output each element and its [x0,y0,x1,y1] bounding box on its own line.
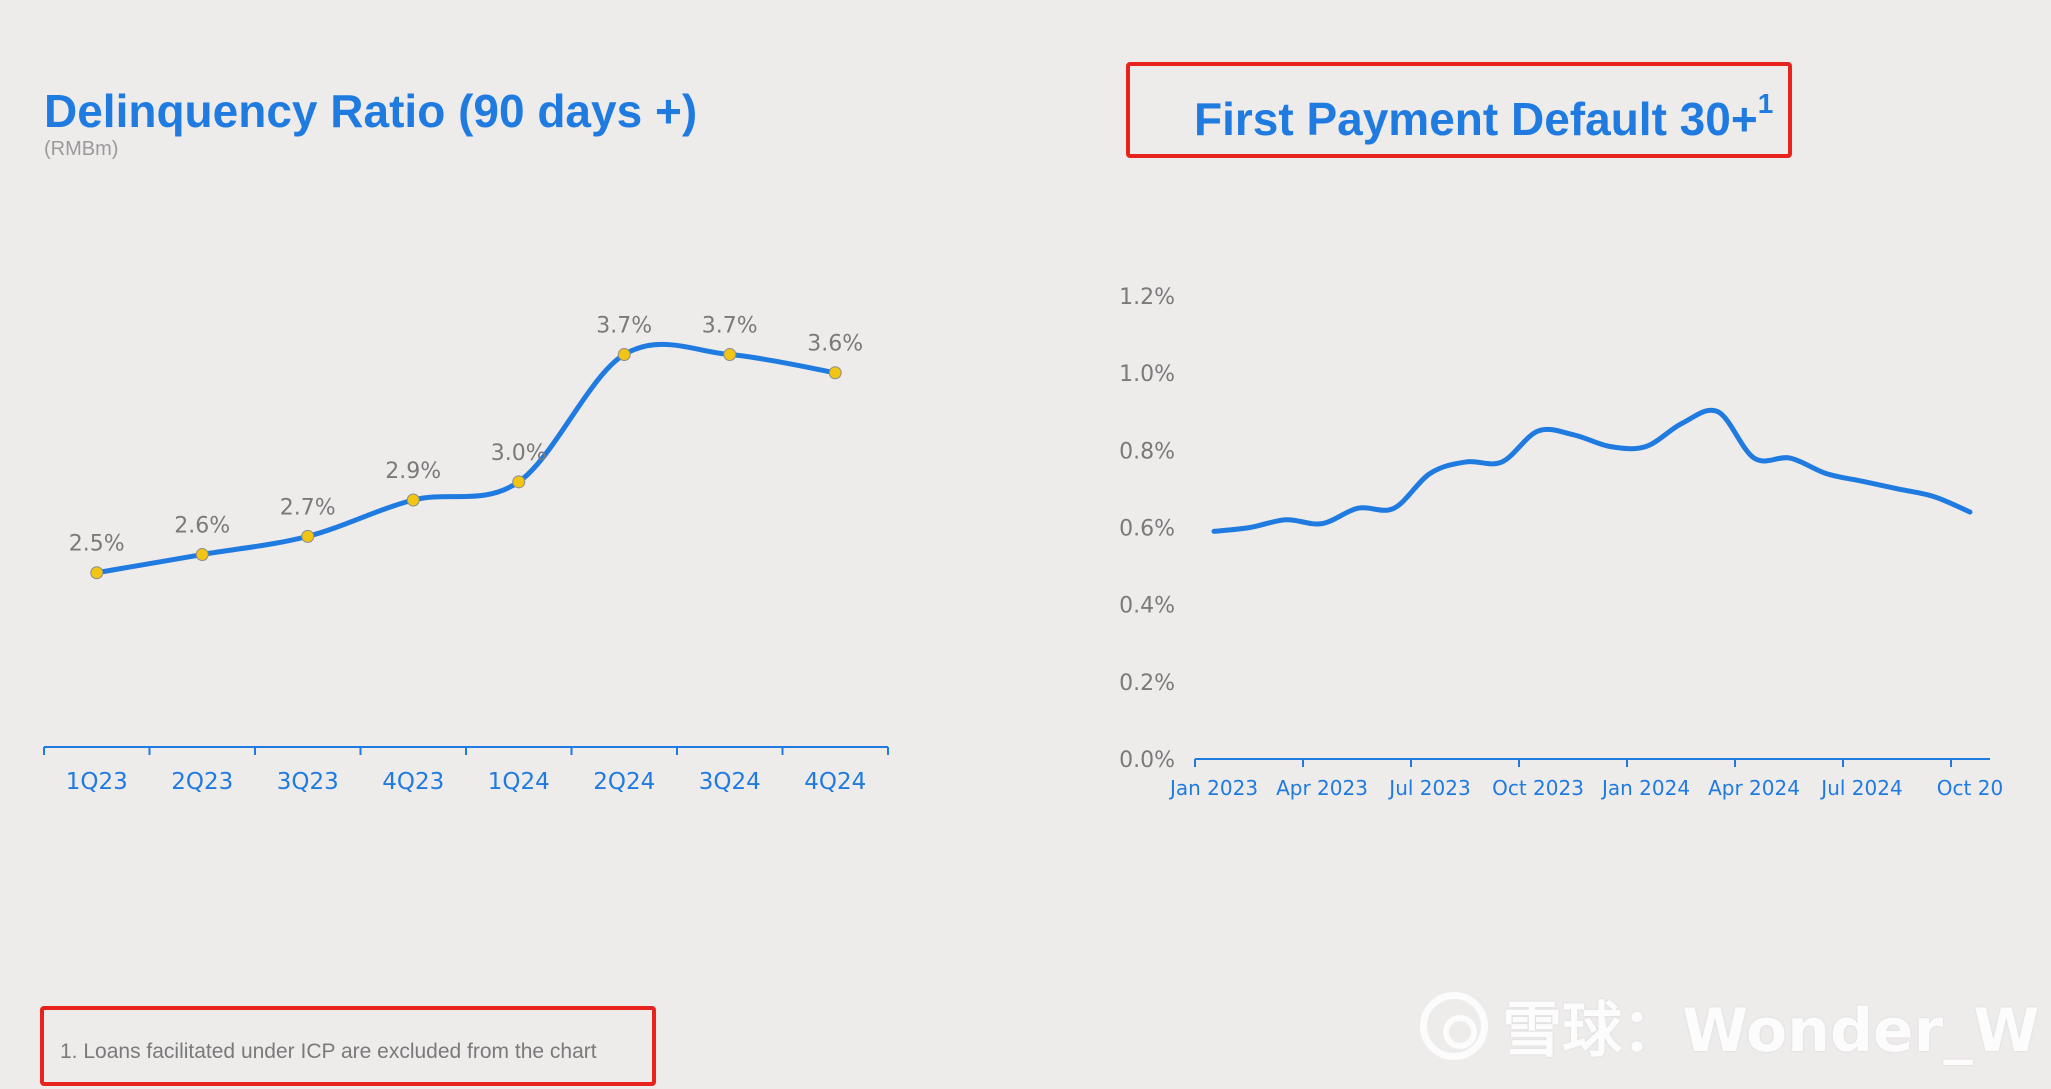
left-data-point [617,348,631,362]
left-x-tick-label: 2Q24 [593,769,655,795]
right-y-tick-label: 0.4% [1119,594,1175,619]
left-data-point [195,548,209,562]
first-payment-default-chart: 0.0% 0.2% 0.4% 0.6% 0.8% 1.0% 1.2% Jan 2023 Apr … [1119,285,2003,800]
left-x-tick-label: 3Q24 [699,769,761,795]
left-data-label: 3.7% [596,314,652,339]
left-x-tick-label: 1Q24 [488,769,550,795]
left-x-tick-label: 3Q23 [277,769,339,795]
left-data-label: 3.0% [491,441,547,466]
left-data-label: 3.6% [807,332,863,357]
left-x-tick-label: 1Q23 [66,769,128,795]
right-y-tick-label: 0.6% [1119,517,1175,542]
right-y-tick-label: 0.2% [1119,671,1175,696]
left-data-point [512,475,526,489]
left-data-label: 3.7% [702,314,758,339]
left-x-tick-label: 4Q24 [804,769,866,795]
left-x-tick-label: 4Q23 [382,769,444,795]
delinquency-ratio-chart: 2.5% 1Q23 2.6% 2Q23 2.7% 3Q23 2.9% 4Q23 3.0% 1Q24… [43,314,889,795]
left-data-label: 2.9% [385,459,441,484]
right-y-tick-label: 1.2% [1119,285,1175,310]
watermark: 雪球：Wonder_W [1420,982,2039,1069]
footnote: 1. Loans facilitated under ICP are exclu… [60,1040,597,1063]
left-data-label: 2.7% [280,495,336,520]
right-x-tick-label: Jul 2024 [1819,776,1902,800]
right-x-tick-label: Oct 2023 [1492,776,1584,800]
left-data-point [406,493,420,507]
charts-canvas: 2.5% 1Q23 2.6% 2Q23 2.7% 3Q23 2.9% 4Q23 3.0% 1Q24… [43,285,2003,800]
right-x-tick-label: Apr 2024 [1708,776,1800,800]
right-y-tick-label: 0.0% [1119,748,1175,773]
left-data-point [90,566,104,580]
left-x-tick-label: 2Q23 [171,769,233,795]
left-data-point [828,366,842,380]
left-data-label: 2.5% [69,532,125,557]
left-data-label: 2.6% [174,514,230,539]
right-x-tick-label: Apr 2023 [1276,776,1368,800]
watermark-text: 雪球：Wonder_W [1502,996,2040,1066]
right-x-tick-label: Oct 20 [1937,776,2003,800]
left-data-point [723,348,737,362]
right-x-tick-label: Jan 2024 [1600,776,1690,800]
right-y-tick-label: 0.8% [1119,439,1175,464]
watermark-logo-icon [1420,991,1488,1060]
right-x-tick-label: Jul 2023 [1387,776,1470,800]
left-data-point [301,529,315,543]
right-y-tick-label: 1.0% [1119,362,1175,387]
right-x-tick-label: Jan 2023 [1168,776,1258,800]
right-series-line [1211,407,1973,534]
